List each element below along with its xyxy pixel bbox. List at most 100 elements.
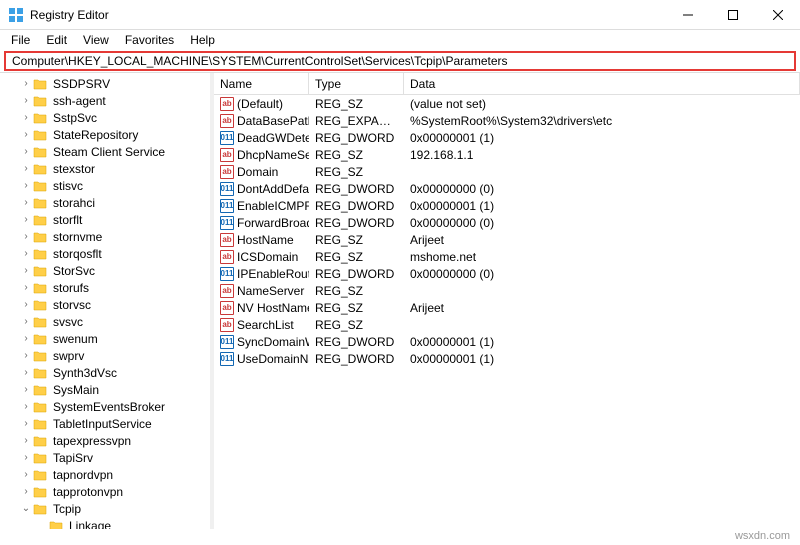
folder-icon [32,417,48,431]
expand-icon[interactable]: › [20,129,32,140]
tree-item[interactable]: › tapprotonvpn [0,483,210,500]
tree-item[interactable]: › storflt [0,211,210,228]
minimize-button[interactable] [665,0,710,30]
tree-item[interactable]: › tapnordvpn [0,466,210,483]
list-row[interactable]: abNV HostName REG_SZ Arijeet [214,299,800,316]
expand-icon[interactable]: › [20,248,32,259]
tree-item[interactable]: › svsvc [0,313,210,330]
tree-item[interactable]: › ssh-agent [0,92,210,109]
tree-label: Linkage [67,519,113,530]
list-row[interactable]: abHostName REG_SZ Arijeet [214,231,800,248]
value-data: 0x00000000 (0) [404,182,800,196]
header-data[interactable]: Data [404,73,800,94]
string-icon: ab [220,301,234,315]
folder-icon [32,230,48,244]
folder-icon [32,281,48,295]
tree-item[interactable]: ⌄ Tcpip [0,500,210,517]
tree-item[interactable]: › StorSvc [0,262,210,279]
value-type: REG_SZ [309,301,404,315]
expand-icon[interactable]: › [20,282,32,293]
expand-icon[interactable]: › [20,299,32,310]
list-row[interactable]: abNameServer REG_SZ [214,282,800,299]
expand-icon[interactable]: › [20,401,32,412]
list-row[interactable]: 011SyncDomainWit... REG_DWORD 0x00000001… [214,333,800,350]
expand-icon[interactable]: › [20,214,32,225]
expand-icon[interactable]: › [20,316,32,327]
list-row[interactable]: 011EnableICMPRedi... REG_DWORD 0x0000000… [214,197,800,214]
tree-item[interactable]: › storvsc [0,296,210,313]
tree-item[interactable]: › SstpSvc [0,109,210,126]
expand-icon[interactable]: › [20,384,32,395]
tree-item[interactable]: › swenum [0,330,210,347]
tree-item[interactable]: › SystemEventsBroker [0,398,210,415]
tree-item[interactable]: › SysMain [0,381,210,398]
tree-item[interactable]: › SSDPSRV [0,75,210,92]
expand-icon[interactable]: ⌄ [20,503,32,514]
tree-item[interactable]: › storahci [0,194,210,211]
expand-icon[interactable]: › [20,469,32,480]
expand-icon[interactable]: › [20,435,32,446]
tree-item[interactable]: › StateRepository [0,126,210,143]
expand-icon[interactable]: › [20,418,32,429]
expand-icon[interactable]: › [20,180,32,191]
expand-icon[interactable]: › [20,367,32,378]
menu-favorites[interactable]: Favorites [118,31,181,49]
tree-item[interactable]: › storufs [0,279,210,296]
list-pane[interactable]: Name Type Data ab(Default) REG_SZ (value… [214,73,800,529]
menu-view[interactable]: View [76,31,116,49]
address-bar[interactable]: Computer\HKEY_LOCAL_MACHINE\SYSTEM\Curre… [4,51,796,71]
string-icon: ab [220,318,234,332]
tree-pane[interactable]: › SSDPSRV › ssh-agent › SstpSvc › StateR… [0,73,210,529]
tree-item[interactable]: › TabletInputService [0,415,210,432]
list-row[interactable]: 011UseDomainNam... REG_DWORD 0x00000001 … [214,350,800,367]
tree-item[interactable]: › tapexpressvpn [0,432,210,449]
expand-icon[interactable]: › [20,78,32,89]
header-name[interactable]: Name [214,73,309,94]
tree-item[interactable]: Linkage [0,517,210,529]
list-row[interactable]: abDomain REG_SZ [214,163,800,180]
list-row[interactable]: 011DontAddDefault... REG_DWORD 0x0000000… [214,180,800,197]
expand-icon[interactable]: › [20,486,32,497]
expand-icon[interactable]: › [20,265,32,276]
tree-item[interactable]: › swprv [0,347,210,364]
folder-icon [32,298,48,312]
tree-item[interactable]: › storqosflt [0,245,210,262]
menu-edit[interactable]: Edit [39,31,74,49]
tree-item[interactable]: › TapiSrv [0,449,210,466]
list-row[interactable]: ab(Default) REG_SZ (value not set) [214,95,800,112]
tree-label: swprv [51,349,86,363]
expand-icon[interactable]: › [20,146,32,157]
expand-icon[interactable]: › [20,112,32,123]
list-row[interactable]: abDataBasePath REG_EXPAND_SZ %SystemRoot… [214,112,800,129]
expand-icon[interactable]: › [20,333,32,344]
value-name: DhcpNameServer [237,148,309,162]
tree-label: tapexpressvpn [51,434,133,448]
list-row[interactable]: 011DeadGWDetect... REG_DWORD 0x00000001 … [214,129,800,146]
tree-item[interactable]: › stexstor [0,160,210,177]
expand-icon[interactable]: › [20,350,32,361]
menu-bar: File Edit View Favorites Help [0,30,800,50]
expand-icon[interactable]: › [20,163,32,174]
tree-label: tapprotonvpn [51,485,125,499]
list-row[interactable]: 011IPEnableRouter REG_DWORD 0x00000000 (… [214,265,800,282]
value-type: REG_EXPAND_SZ [309,114,404,128]
tree-item[interactable]: › stornvme [0,228,210,245]
header-type[interactable]: Type [309,73,404,94]
value-type: REG_SZ [309,97,404,111]
menu-file[interactable]: File [4,31,37,49]
list-row[interactable]: abSearchList REG_SZ [214,316,800,333]
expand-icon[interactable]: › [20,197,32,208]
tree-item[interactable]: › stisvc [0,177,210,194]
expand-icon[interactable]: › [20,95,32,106]
value-name: SearchList [237,318,294,332]
menu-help[interactable]: Help [183,31,222,49]
tree-item[interactable]: › Synth3dVsc [0,364,210,381]
list-row[interactable]: 011ForwardBroadca... REG_DWORD 0x0000000… [214,214,800,231]
close-button[interactable] [755,0,800,30]
list-row[interactable]: abDhcpNameServer REG_SZ 192.168.1.1 [214,146,800,163]
tree-item[interactable]: › Steam Client Service [0,143,210,160]
expand-icon[interactable]: › [20,452,32,463]
maximize-button[interactable] [710,0,755,30]
list-row[interactable]: abICSDomain REG_SZ mshome.net [214,248,800,265]
expand-icon[interactable]: › [20,231,32,242]
